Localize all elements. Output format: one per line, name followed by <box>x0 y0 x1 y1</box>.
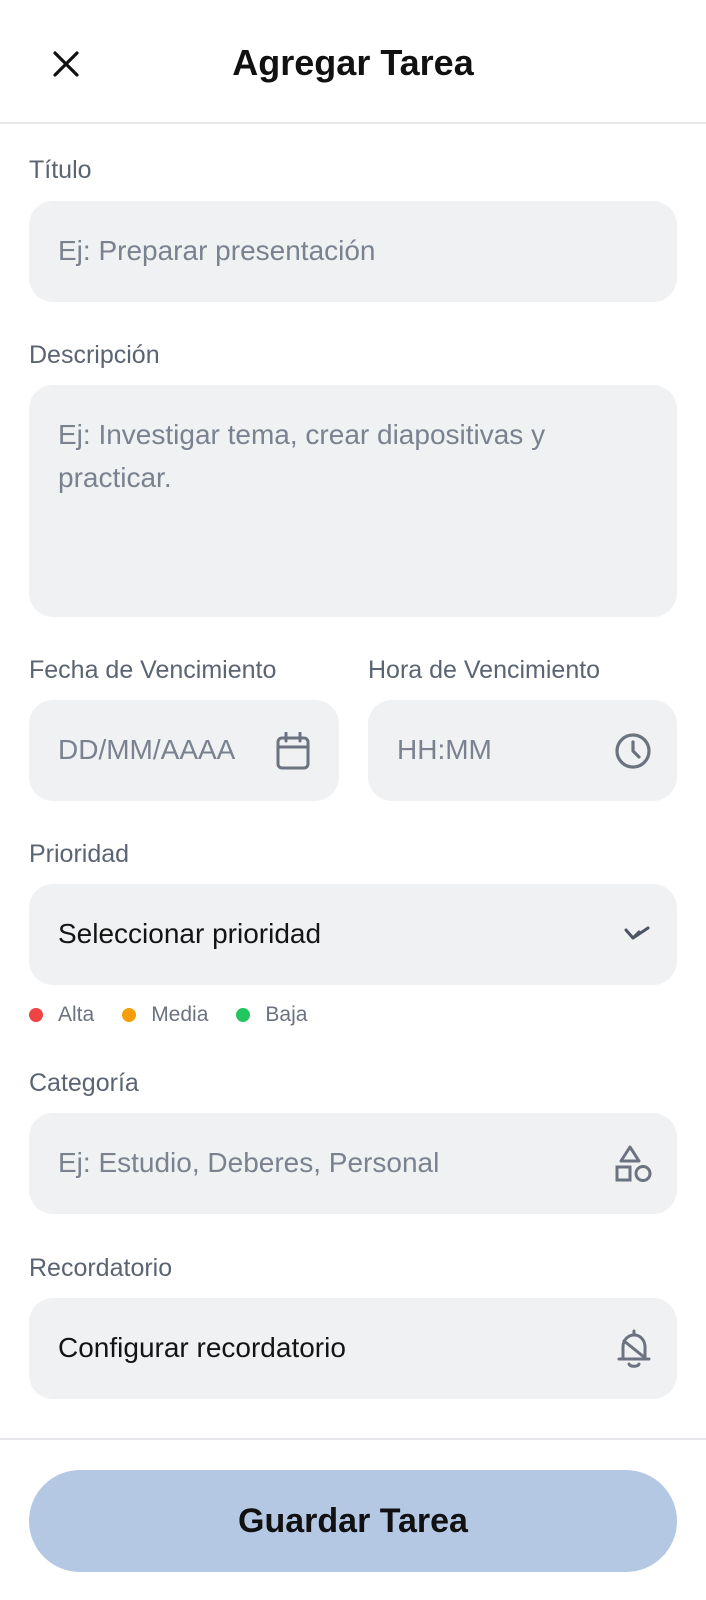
priority-dot-baja <box>236 1008 251 1022</box>
title-input[interactable]: Ej: Preparar presentación <box>29 201 677 302</box>
chevron-down-icon[interactable] <box>623 924 651 944</box>
priority-select[interactable]: Seleccionar prioridad <box>29 884 677 985</box>
due-time-label: Hora de Vencimiento <box>368 656 601 684</box>
due-time-input[interactable]: HH:MM <box>368 700 677 801</box>
priority-legend-item-media: Media <box>122 1003 208 1027</box>
due-date-label: Fecha de Vencimiento <box>29 656 277 684</box>
title-placeholder: Ej: Preparar presentación <box>58 235 376 266</box>
priority-dot-alta <box>29 1008 43 1022</box>
priority-label: Prioridad <box>29 840 130 868</box>
priority-legend-item-alta: Alta <box>29 1003 94 1027</box>
title-label: Título <box>29 156 92 184</box>
description-placeholder-line-2: practicar. <box>58 462 172 493</box>
category-label: Categoría <box>29 1069 139 1097</box>
description-placeholder-line-1: Ej: Investigar tema, crear diapositivas … <box>58 419 546 450</box>
reminder-label: Recordatorio <box>29 1254 173 1282</box>
description-textarea[interactable]: Ej: Investigar tema, crear diapositivas … <box>29 385 677 617</box>
priority-legend-label: Alta <box>58 1003 95 1026</box>
bell-icon <box>615 1329 653 1369</box>
priority-legend-item-baja: Baja <box>236 1003 307 1027</box>
priority-legend: Alta Media Baja <box>29 1003 335 1027</box>
due-date-input[interactable]: DD/MM/AAAA <box>29 700 339 801</box>
page-title: Agregar Tarea <box>232 42 474 83</box>
reminder-value: Configurar recordatorio <box>58 1332 346 1363</box>
category-placeholder: Ej: Estudio, Deberes, Personal <box>58 1147 440 1178</box>
shapes-icon <box>615 1145 653 1183</box>
footer-bar: Guardar Tarea <box>0 1438 706 1600</box>
calendar-icon[interactable] <box>275 732 311 770</box>
priority-dot-media <box>122 1008 137 1022</box>
due-date-placeholder: DD/MM/AAAA <box>58 734 236 765</box>
priority-legend-label: Baja <box>265 1003 308 1026</box>
description-label: Descripción <box>29 341 160 369</box>
save-task-button[interactable]: Guardar Tarea <box>29 1470 677 1572</box>
app-header: Agregar Tarea <box>0 0 706 124</box>
due-time-placeholder: HH:MM <box>397 734 492 765</box>
reminder-input[interactable]: Configurar recordatorio <box>29 1298 677 1399</box>
priority-legend-label: Media <box>151 1003 209 1026</box>
clock-icon[interactable] <box>614 732 652 770</box>
priority-value: Seleccionar prioridad <box>58 918 322 949</box>
category-input[interactable]: Ej: Estudio, Deberes, Personal <box>29 1113 677 1214</box>
